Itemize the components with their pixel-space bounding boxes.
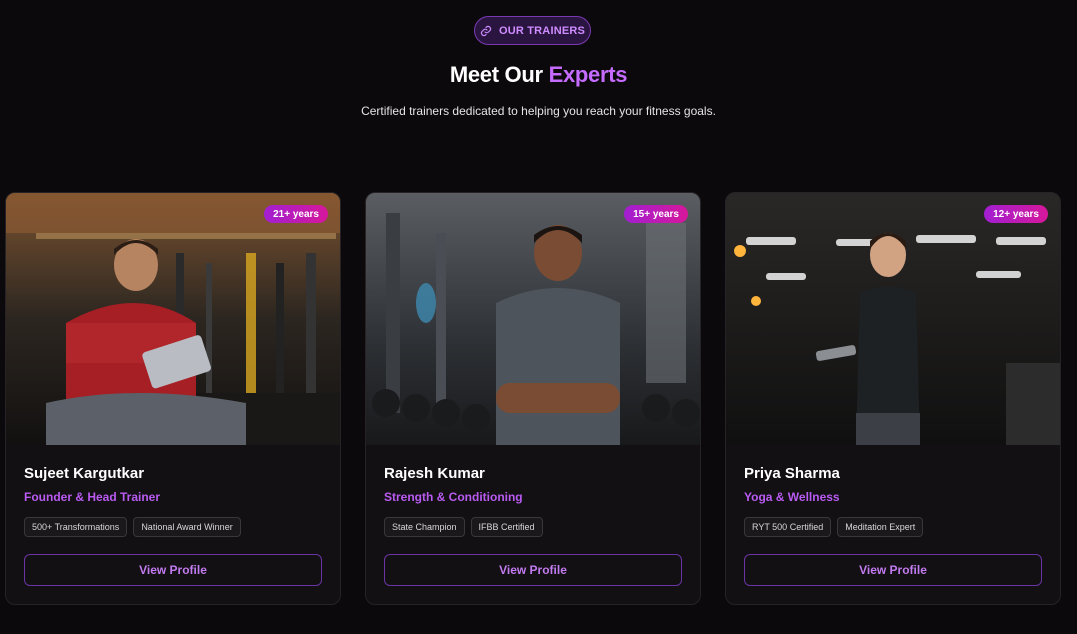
experience-badge: 12+ years <box>984 205 1048 223</box>
trainer-tags: 500+ Transformations National Award Winn… <box>24 517 241 537</box>
trainer-photo <box>726 193 1060 445</box>
trainer-name: Sujeet Kargutkar <box>24 465 145 482</box>
badge-label: OUR TRAINERS <box>498 24 586 37</box>
trainer-card-rajesh: 15+ years Rajesh Kumar Strength & Condit… <box>365 192 701 605</box>
title-accent: Experts <box>548 62 628 87</box>
trainer-role: Founder & Head Trainer <box>24 490 161 504</box>
tag: National Award Winner <box>133 517 241 537</box>
tag: RYT 500 Certified <box>744 517 832 537</box>
tag: 500+ Transformations <box>24 517 128 537</box>
view-profile-button[interactable]: View Profile <box>744 554 1042 586</box>
experience-badge: 15+ years <box>624 205 688 223</box>
section-badge: OUR TRAINERS <box>474 16 591 45</box>
trainer-card-sujeet: 21+ years Sujeet Kargutkar Founder & Hea… <box>5 192 341 605</box>
trainer-name: Priya Sharma <box>744 465 840 482</box>
link-icon <box>480 25 492 36</box>
trainer-photo <box>366 193 700 445</box>
trainer-photo <box>6 193 340 445</box>
trainer-tags: RYT 500 Certified Meditation Expert <box>744 517 924 537</box>
trainer-role: Yoga & Wellness <box>744 490 840 504</box>
page-subtitle: Certified trainers dedicated to helping … <box>361 104 716 118</box>
tag: State Champion <box>384 517 465 537</box>
trainer-card-priya: 12+ years Priya Sharma Yoga & Wellness R… <box>725 192 1061 605</box>
trainer-role: Strength & Conditioning <box>384 490 523 504</box>
title-main: Meet Our <box>449 62 549 87</box>
page-title: Meet Our Experts <box>0 62 1077 88</box>
tag: IFBB Certified <box>470 517 543 537</box>
experience-badge: 21+ years <box>264 205 328 223</box>
view-profile-button[interactable]: View Profile <box>24 554 322 586</box>
trainer-tags: State Champion IFBB Certified <box>384 517 543 537</box>
tag: Meditation Expert <box>837 517 924 537</box>
view-profile-button[interactable]: View Profile <box>384 554 682 586</box>
trainer-name: Rajesh Kumar <box>384 465 485 482</box>
